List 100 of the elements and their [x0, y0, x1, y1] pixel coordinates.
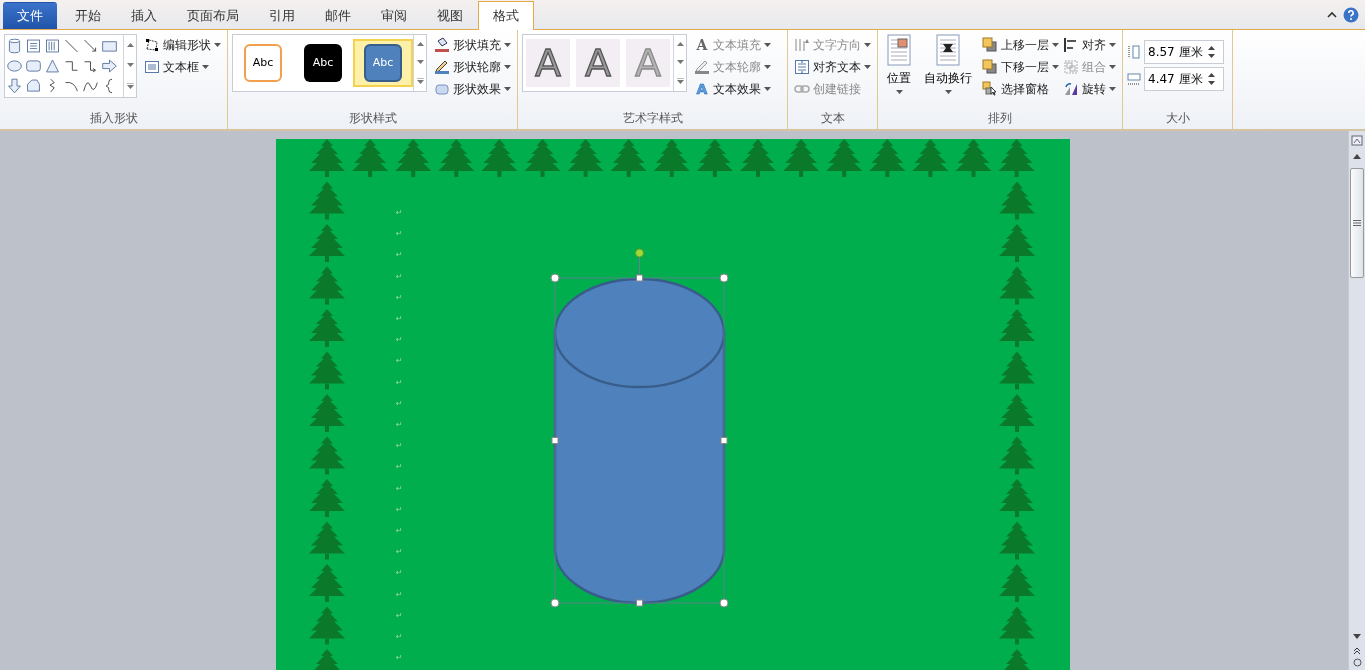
shape-width-icon [1127, 72, 1141, 86]
paragraph-mark: ↵ [396, 505, 403, 514]
group-label: 文本 [819, 110, 846, 127]
ribbon-command[interactable]: 形状轮廓 [432, 56, 513, 78]
ribbon-command[interactable]: 下移一层 [980, 56, 1061, 78]
dropdown-arrow-icon [864, 43, 871, 47]
ribbon-tab[interactable]: 引用 [254, 2, 310, 29]
stacked-squares-icon [982, 37, 998, 53]
ribbon-tab[interactable]: 格式 [478, 1, 534, 30]
ribbon-tab[interactable]: 开始 [60, 2, 116, 29]
scrollbar-thumb[interactable] [1350, 168, 1364, 278]
dropdown-arrow-icon [504, 43, 511, 47]
dropdown-arrow-icon [1109, 87, 1116, 91]
more-icon[interactable] [126, 83, 134, 89]
paragraph-mark: ↵ [396, 315, 403, 323]
scroll-up-icon[interactable] [416, 42, 424, 46]
group-label: 艺术字样式 [621, 110, 684, 127]
paragraph-mark: ↵ [396, 527, 403, 535]
pencil-icon [694, 59, 710, 75]
pencil-icon [434, 59, 450, 75]
dropdown-arrow-icon [864, 65, 871, 69]
style-preset-swatch[interactable]: Abc [353, 39, 413, 87]
group-objects-icon [1063, 59, 1079, 75]
paragraph-mark: ↵ [396, 548, 403, 557]
collapse-ribbon-icon[interactable] [1327, 10, 1337, 19]
scroll-up-icon[interactable] [126, 43, 134, 47]
ribbon-command[interactable]: 选择窗格 [980, 78, 1061, 100]
dropdown-arrow-icon [202, 65, 209, 69]
shape-icon[interactable] [100, 56, 119, 76]
dropdown-arrow-icon [944, 90, 952, 94]
ribbon-command[interactable]: 形状填充 [432, 34, 513, 56]
stacked-squares-icon [982, 59, 998, 75]
ribbon-tab[interactable]: 插入 [116, 2, 172, 29]
paragraph-mark: ↵ [396, 357, 403, 366]
scroll-down-icon[interactable] [1352, 633, 1362, 641]
ribbon-tab[interactable]: 视图 [422, 2, 478, 29]
group-label: 插入形状 [88, 110, 139, 127]
position-icon [885, 34, 913, 66]
text-wrap-icon [934, 34, 962, 66]
dropdown-arrow-icon [1052, 43, 1059, 47]
paragraph-mark: ↵ [396, 463, 403, 472]
help-icon[interactable] [1343, 6, 1359, 23]
align-text-icon [794, 59, 810, 75]
ribbon-tab[interactable]: 页面布局 [172, 2, 254, 29]
paragraph-mark: ↵ [396, 230, 403, 239]
edit-points-icon [144, 37, 160, 53]
ribbon-command[interactable]: 编辑形状 [142, 34, 223, 56]
dropdown-arrow-icon [895, 90, 903, 94]
ribbon-tab[interactable]: 文件 [3, 2, 57, 29]
shape-icon[interactable] [43, 36, 62, 56]
size-input-field[interactable]: 4.47 厘米 [1144, 67, 1224, 91]
paragraph-mark: ↵ [396, 590, 403, 599]
shape-height-icon [1127, 45, 1141, 59]
scroll-down-icon[interactable] [416, 60, 424, 64]
dropdown-arrow-icon [1109, 43, 1116, 47]
dropdown-arrow-icon [764, 65, 771, 69]
paragraph-mark: ↵ [396, 484, 403, 493]
ribbon-command[interactable]: A 文本效果 [692, 78, 773, 100]
ribbon-tab[interactable]: 邮件 [310, 2, 366, 29]
scroll-down-icon[interactable] [676, 60, 684, 64]
group-label: 排列 [987, 110, 1013, 127]
group-label: 形状样式 [347, 110, 398, 127]
dropdown-arrow-icon [764, 43, 771, 47]
text-box-icon [144, 59, 160, 75]
scroll-up-icon[interactable] [676, 42, 684, 46]
paragraph-mark: ↵ [396, 442, 403, 451]
size-input-field[interactable]: 8.57 厘米 [1144, 40, 1224, 64]
paint-bucket-icon [434, 37, 450, 53]
ribbon-command[interactable]: 上移一层 [980, 34, 1061, 56]
scroll-down-icon[interactable] [126, 63, 134, 67]
align-left-icon [1063, 37, 1079, 53]
ribbon-command[interactable]: 文本框 [142, 56, 223, 78]
ribbon-command[interactable]: 旋转 [1061, 78, 1118, 100]
more-icon[interactable] [676, 78, 684, 84]
selection-pane-icon [982, 81, 998, 97]
ribbon-command[interactable]: 对齐文本 [792, 56, 873, 78]
paragraph-mark: ↵ [396, 654, 403, 663]
spinner-arrows-icon[interactable] [1208, 46, 1215, 58]
dropdown-arrow-icon [214, 43, 221, 47]
scroll-up-icon[interactable] [1352, 152, 1362, 160]
paragraph-mark: ↵ [396, 569, 403, 578]
dropdown-arrow-icon [1052, 65, 1059, 69]
text-direction-icon [794, 37, 810, 53]
ribbon-command[interactable]: 对齐 [1061, 34, 1118, 56]
paragraph-mark: ↵ [396, 251, 403, 260]
paragraph-mark: ↵ [396, 293, 403, 302]
spinner-arrows-icon[interactable] [1208, 73, 1215, 85]
dropdown-arrow-icon [1109, 65, 1116, 69]
paragraph-mark: ↵ [396, 209, 403, 217]
ribbon-command[interactable]: 自动换行 [921, 34, 975, 109]
paragraph-mark: ↵ [396, 378, 403, 387]
shape-icon[interactable] [24, 36, 43, 56]
ribbon-command[interactable]: 形状效果 [432, 78, 513, 100]
ribbon-command[interactable]: 位置 [882, 34, 916, 109]
paragraph-mark: ↵ [396, 399, 403, 408]
previous-page-icon[interactable] [1353, 647, 1361, 655]
more-icon[interactable] [416, 78, 424, 84]
ribbon-tab[interactable]: 审阅 [366, 2, 422, 29]
dropdown-arrow-icon [504, 87, 511, 91]
browse-object-icon[interactable] [1352, 658, 1362, 667]
